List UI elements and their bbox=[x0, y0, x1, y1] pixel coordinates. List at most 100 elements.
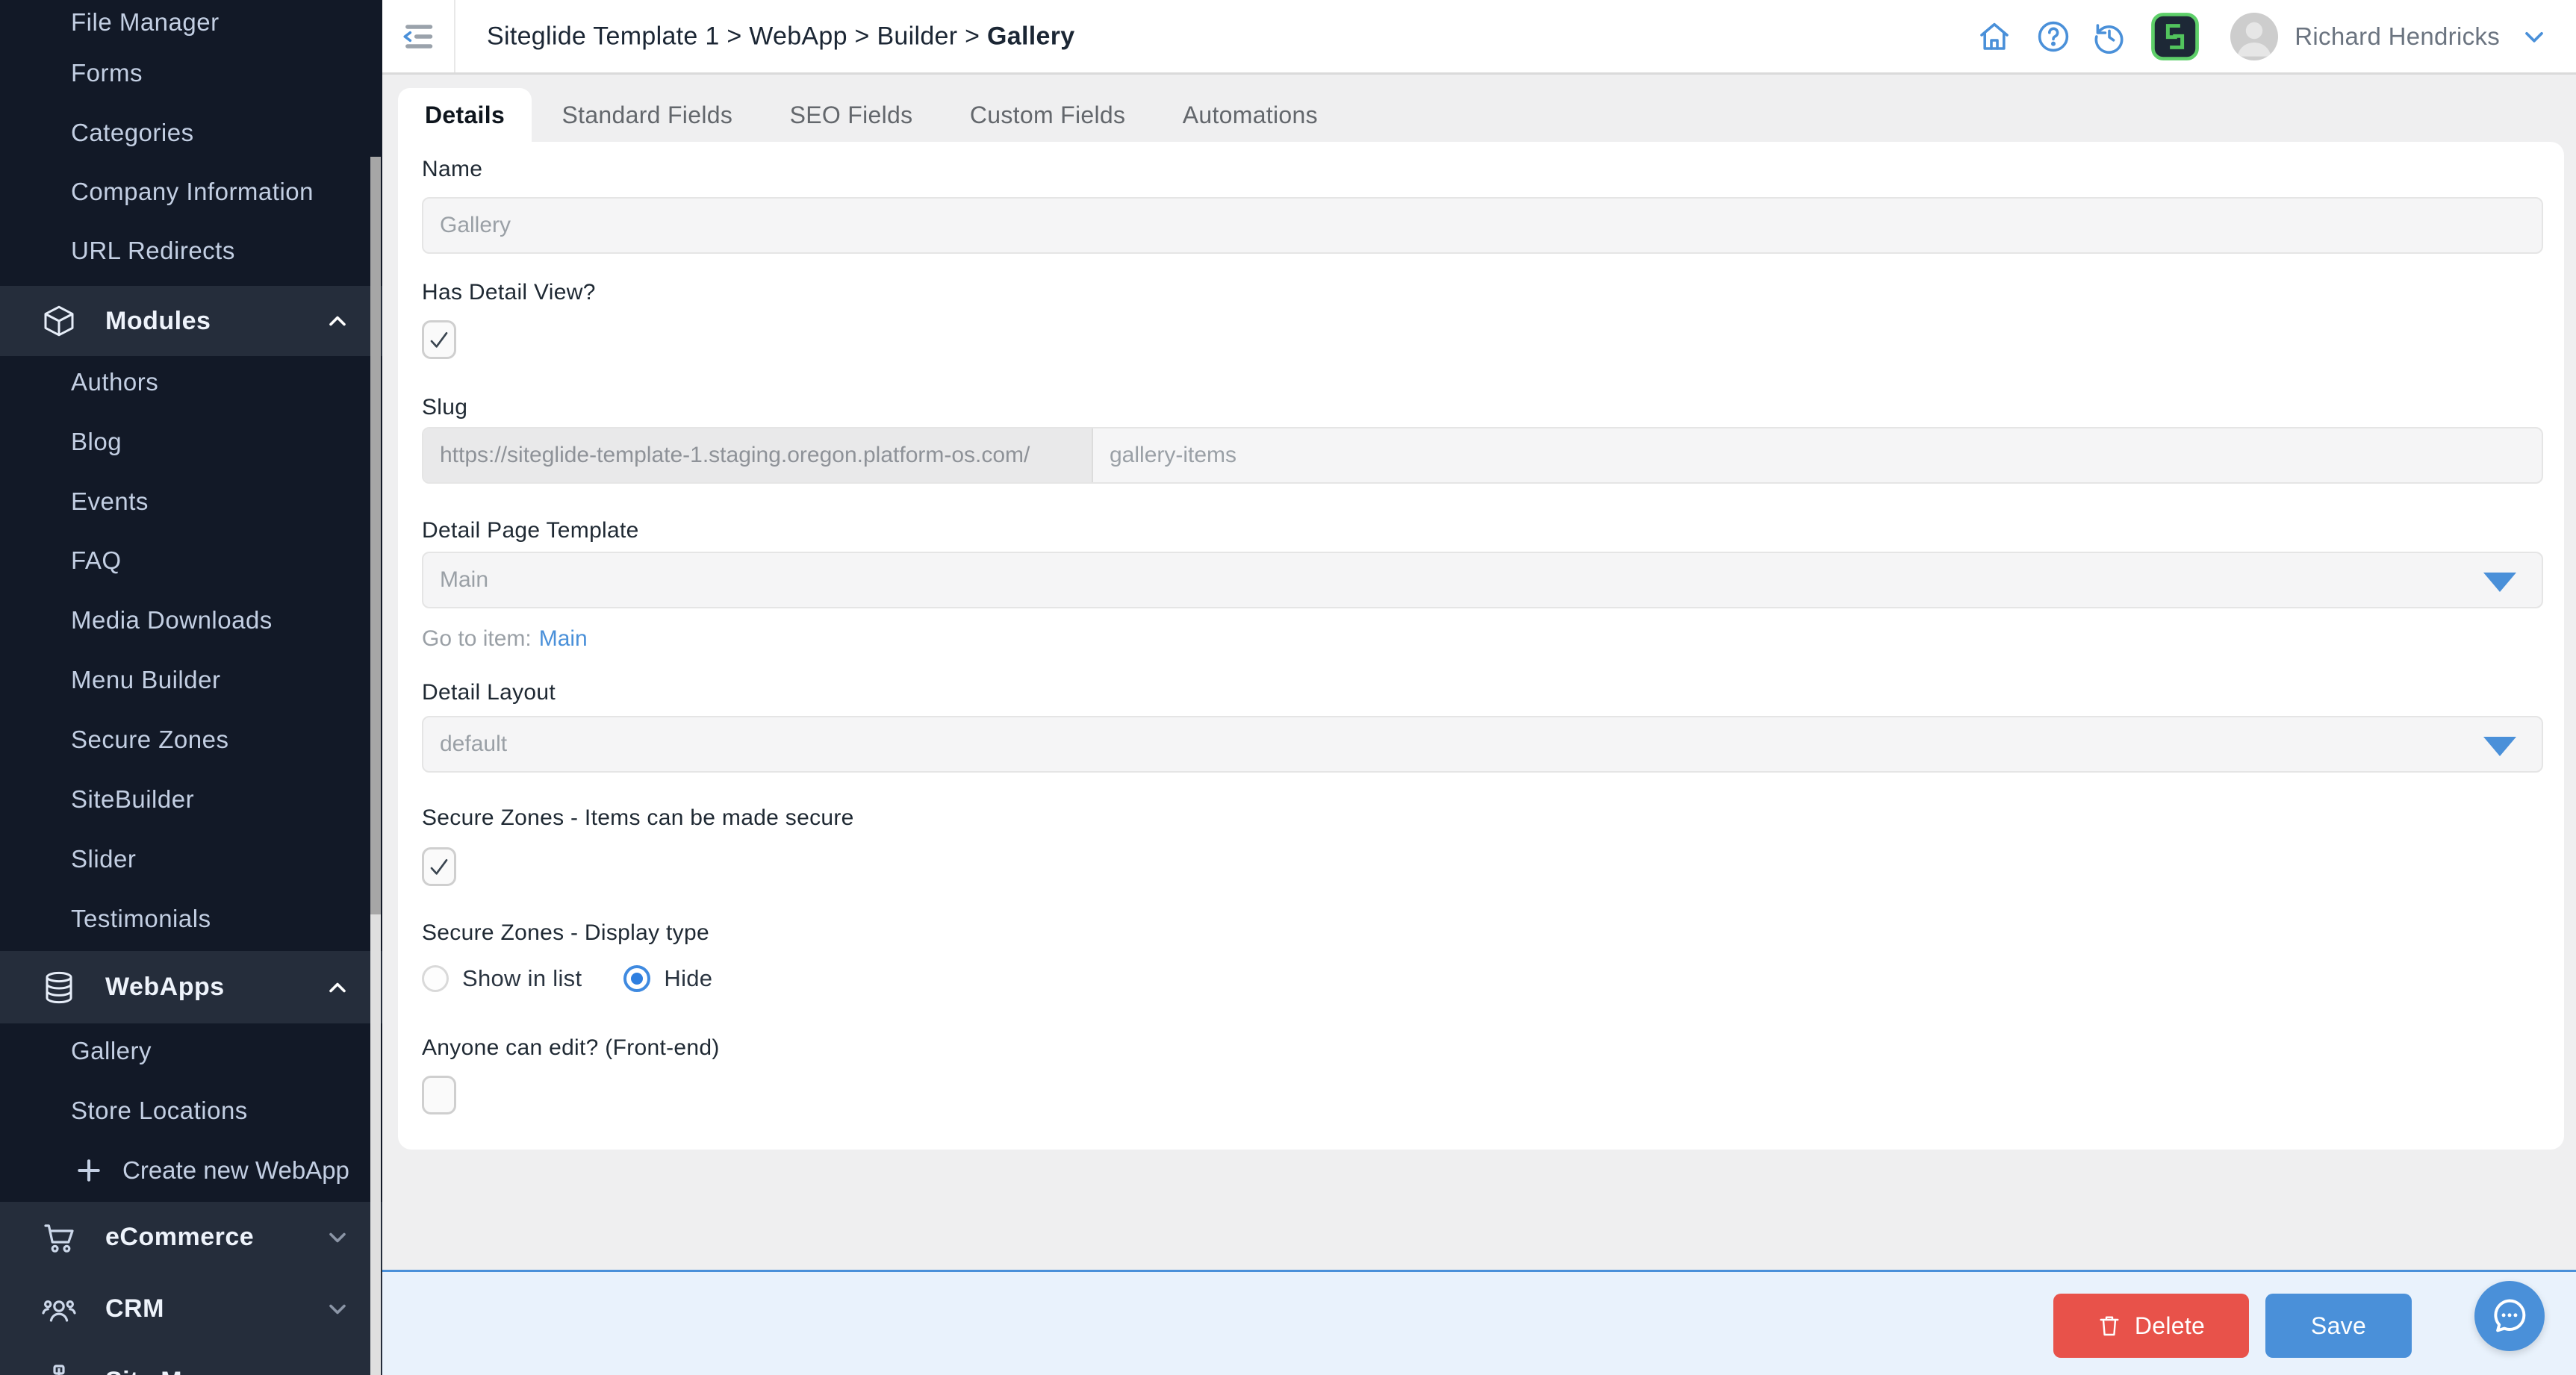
detail-page-template-select[interactable]: Main bbox=[422, 552, 2543, 608]
chevron-up-icon[interactable] bbox=[324, 974, 351, 1001]
sidebar-section-label: CRM bbox=[105, 1294, 164, 1323]
sidebar-item-slider[interactable]: Slider bbox=[71, 845, 136, 873]
sidebar-item-media-downloads[interactable]: Media Downloads bbox=[71, 606, 273, 635]
collapse-sidebar-button[interactable] bbox=[382, 0, 455, 72]
sidebar-section-modules[interactable]: Modules bbox=[0, 286, 382, 356]
sidebar-item-categories[interactable]: Categories bbox=[71, 119, 194, 147]
check-icon bbox=[430, 332, 448, 348]
chat-bubble-icon bbox=[2494, 1299, 2526, 1332]
sidebar-section-ecommerce[interactable]: eCommerce bbox=[0, 1202, 382, 1273]
go-to-item-label: Go to item: bbox=[422, 626, 532, 651]
detail-page-template-label: Detail Page Template bbox=[422, 518, 639, 543]
tab-automations[interactable]: Automations bbox=[1156, 88, 1345, 142]
tab-custom-fields[interactable]: Custom Fields bbox=[943, 88, 1152, 142]
sidebar-item-sitebuilder[interactable]: SiteBuilder bbox=[71, 785, 194, 814]
siteglide-logo-icon[interactable] bbox=[2150, 12, 2200, 61]
tab-details[interactable]: Details bbox=[398, 88, 532, 142]
sidebar-item-faq[interactable]: FAQ bbox=[71, 546, 122, 575]
chat-fab-button[interactable] bbox=[2474, 1281, 2545, 1351]
sidebar-item-file-manager[interactable]: File Manager bbox=[71, 8, 220, 37]
create-new-webapp-button[interactable]: Create new WebApp bbox=[75, 1156, 349, 1185]
slug-label: Slug bbox=[422, 395, 468, 420]
detail-layout-value: default bbox=[440, 732, 508, 756]
dropdown-caret-icon bbox=[2483, 737, 2516, 756]
collapse-sidebar-icon bbox=[403, 24, 433, 49]
has-detail-view-label: Has Detail View? bbox=[422, 280, 596, 305]
users-icon bbox=[42, 1300, 76, 1322]
check-icon bbox=[430, 859, 448, 875]
go-to-item-row: Go to item: Main bbox=[422, 626, 588, 652]
sidebar-section-label: WebApps bbox=[105, 973, 225, 1001]
secure-zones-items-label: Secure Zones - Items can be made secure bbox=[422, 805, 854, 830]
radio-hide-label[interactable]: Hide bbox=[664, 965, 712, 992]
detail-layout-select[interactable]: default bbox=[422, 716, 2543, 773]
anyone-can-edit-label: Anyone can edit? (Front-end) bbox=[422, 1035, 720, 1060]
sidebar: File Manager Forms Categories Company In… bbox=[0, 0, 382, 1375]
main-content: Details Standard Fields SEO Fields Custo… bbox=[382, 75, 2576, 1270]
slug-prefix: https://siteglide-template-1.staging.ore… bbox=[423, 428, 1093, 482]
detail-page-template-value: Main bbox=[440, 567, 489, 592]
sidebar-item-url-redirects[interactable]: URL Redirects bbox=[71, 237, 235, 265]
shopping-cart-icon bbox=[44, 1223, 74, 1253]
radio-show-in-list-label[interactable]: Show in list bbox=[462, 965, 582, 992]
sidebar-section-label: eCommerce bbox=[105, 1223, 255, 1251]
sidebar-section-crm[interactable]: CRM bbox=[0, 1273, 382, 1345]
help-icon[interactable] bbox=[2035, 19, 2071, 54]
top-header: Siteglide Template 1 > WebApp > Builder … bbox=[382, 0, 2576, 75]
sidebar-section-site-manager[interactable]: Site Manager bbox=[0, 1345, 382, 1375]
cube-icon bbox=[44, 305, 74, 337]
sidebar-scrollbar-thumb[interactable] bbox=[370, 157, 381, 914]
user-name[interactable]: Richard Hendricks bbox=[2295, 22, 2500, 51]
chevron-down-icon[interactable] bbox=[324, 1296, 351, 1323]
sidebar-item-store-locations[interactable]: Store Locations bbox=[71, 1097, 248, 1125]
anyone-can-edit-checkbox[interactable] bbox=[422, 1076, 456, 1114]
sidebar-item-gallery[interactable]: Gallery bbox=[71, 1037, 152, 1065]
secure-zones-items-checkbox[interactable] bbox=[422, 847, 456, 886]
save-button[interactable]: Save bbox=[2265, 1294, 2412, 1358]
slug-input-value: gallery-items bbox=[1110, 443, 1237, 467]
sidebar-item-blog[interactable]: Blog bbox=[71, 428, 122, 456]
history-icon[interactable] bbox=[2091, 19, 2127, 54]
breadcrumb: Siteglide Template 1 > WebApp > Builder … bbox=[487, 22, 1074, 51]
secure-zones-display-radio-group: Show in list Hide bbox=[422, 965, 712, 992]
delete-button-label: Delete bbox=[2134, 1312, 2206, 1339]
sidebar-item-secure-zones[interactable]: Secure Zones bbox=[71, 726, 228, 754]
home-icon[interactable] bbox=[1976, 19, 2012, 54]
action-bar: Delete Save bbox=[382, 1270, 2576, 1375]
sidebar-section-label: Site Manager bbox=[105, 1367, 268, 1375]
trash-icon bbox=[2100, 1316, 2119, 1336]
name-input-value: Gallery bbox=[440, 213, 511, 237]
radio-hide[interactable] bbox=[623, 965, 651, 992]
chevron-up-icon[interactable] bbox=[324, 308, 351, 334]
sidebar-scrollbar-track[interactable] bbox=[370, 157, 381, 1375]
chevron-down-icon[interactable] bbox=[2519, 22, 2549, 52]
chevron-down-icon[interactable] bbox=[324, 1224, 351, 1251]
create-new-webapp-label: Create new WebApp bbox=[122, 1156, 349, 1184]
name-label: Name bbox=[422, 157, 483, 181]
person-silhouette-icon bbox=[2237, 22, 2271, 57]
save-button-label: Save bbox=[2310, 1312, 2367, 1339]
slug-input[interactable]: https://siteglide-template-1.staging.ore… bbox=[422, 427, 2543, 484]
name-input[interactable]: Gallery bbox=[422, 197, 2543, 254]
sidebar-item-company-information[interactable]: Company Information bbox=[71, 178, 314, 206]
sidebar-item-forms[interactable]: Forms bbox=[71, 59, 143, 87]
tab-standard-fields[interactable]: Standard Fields bbox=[535, 88, 760, 142]
breadcrumb-current: Gallery bbox=[987, 22, 1075, 50]
dropdown-caret-icon bbox=[2483, 573, 2516, 592]
plus-icon bbox=[78, 1159, 100, 1182]
radio-show-in-list[interactable] bbox=[422, 965, 449, 992]
breadcrumb-path: Siteglide Template 1 > WebApp > Builder … bbox=[487, 22, 988, 50]
database-icon bbox=[46, 971, 72, 1003]
avatar[interactable] bbox=[2230, 12, 2279, 60]
sidebar-item-menu-builder[interactable]: Menu Builder bbox=[71, 666, 220, 694]
sidebar-section-webapps[interactable]: WebApps bbox=[0, 951, 382, 1023]
sidebar-section-label: Modules bbox=[105, 306, 211, 335]
delete-button[interactable]: Delete bbox=[2053, 1294, 2249, 1358]
sidebar-item-events[interactable]: Events bbox=[71, 487, 149, 516]
sidebar-item-authors[interactable]: Authors bbox=[71, 368, 158, 396]
secure-zones-display-label: Secure Zones - Display type bbox=[422, 920, 709, 945]
go-to-item-link[interactable]: Main bbox=[539, 626, 588, 651]
sidebar-item-testimonials[interactable]: Testimonials bbox=[71, 905, 211, 933]
has-detail-view-checkbox[interactable] bbox=[422, 320, 456, 359]
tab-seo-fields[interactable]: SEO Fields bbox=[763, 88, 940, 142]
